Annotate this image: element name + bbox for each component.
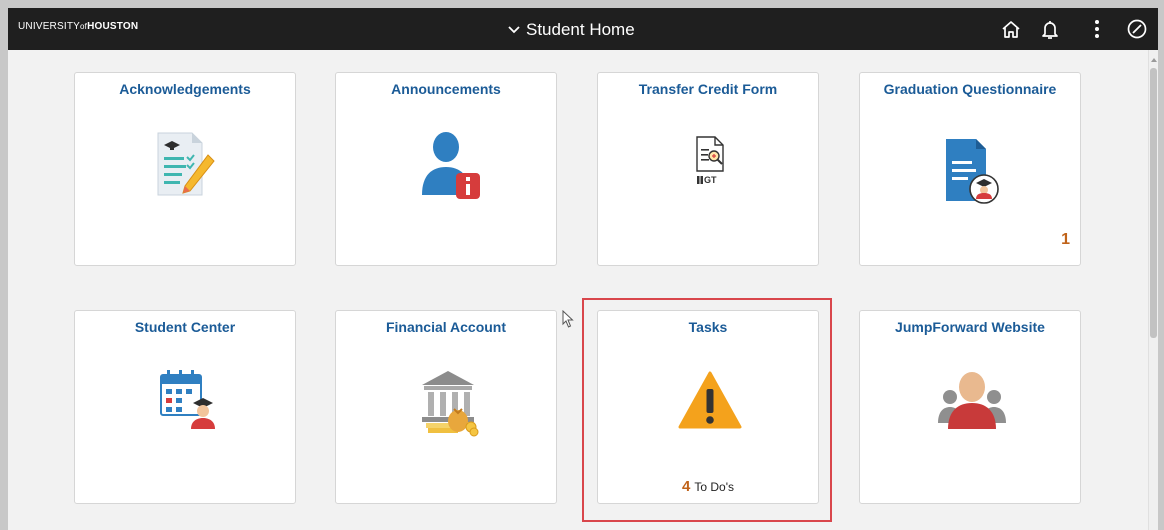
user-info-icon — [422, 132, 480, 199]
tile-student-center[interactable]: Student Center — [74, 310, 296, 504]
mouse-pointer-icon — [562, 310, 574, 328]
calendar-student-icon — [160, 370, 215, 429]
tile-title: Transfer Credit Form — [638, 81, 778, 97]
group-users-icon — [938, 372, 1006, 429]
bank-money-icon — [422, 371, 479, 437]
logo-text-university: UNIVERSITY — [18, 21, 81, 32]
transfer-form-icon-label: GT — [704, 175, 717, 185]
warning-icon — [678, 371, 742, 429]
tile-title: Financial Account — [385, 319, 507, 335]
tile-title: JumpForward Website — [895, 319, 1045, 335]
page-title-dropdown[interactable]: Student Home — [506, 19, 635, 41]
todo-summary: 4 To Do's — [598, 478, 818, 495]
app-window: UNIVERSITYofHOUSTON Student Home Acknowl… — [8, 8, 1158, 530]
tile-acknowledgements[interactable]: Acknowledgements — [74, 72, 296, 266]
tile-title: Acknowledgements — [119, 81, 251, 97]
notification-count-badge: 1 — [1061, 231, 1070, 248]
logo-text-houston: HOUSTON — [87, 21, 139, 32]
document-checklist-icon — [157, 132, 215, 196]
tile-title: Student Center — [134, 319, 236, 335]
tile-graduation-questionnaire[interactable]: Graduation Questionnaire 1 — [859, 72, 1081, 266]
tile-title: Graduation Questionnaire — [883, 81, 1057, 97]
compass-icon[interactable] — [1125, 17, 1149, 41]
page-title: Student Home — [526, 20, 635, 39]
bell-icon[interactable] — [1038, 17, 1062, 41]
tile-title: Tasks — [688, 319, 728, 335]
chevron-down-icon — [508, 26, 520, 34]
tile-title: Announcements — [391, 81, 501, 97]
todo-count: 4 — [682, 478, 691, 495]
tile-tasks[interactable]: Tasks 4 To Do's — [597, 310, 819, 504]
more-vertical-icon[interactable] — [1085, 17, 1109, 41]
university-logo[interactable]: UNIVERSITYofHOUSTON — [18, 21, 138, 32]
scroll-up-arrow-icon[interactable] — [1151, 58, 1157, 62]
todo-label: To Do's — [694, 480, 734, 494]
graduation-document-icon — [946, 139, 999, 204]
tile-transfer-credit-form[interactable]: Transfer Credit Form GT — [597, 72, 819, 266]
home-icon[interactable] — [999, 17, 1023, 41]
vertical-scrollbar[interactable] — [1148, 50, 1158, 530]
tile-financial-account[interactable]: Financial Account — [335, 310, 557, 504]
tile-announcements[interactable]: Announcements — [335, 72, 557, 266]
top-header: UNIVERSITYofHOUSTON Student Home — [8, 8, 1158, 50]
tile-jumpforward-website[interactable]: JumpForward Website — [859, 310, 1081, 504]
scrollbar-thumb[interactable] — [1150, 68, 1157, 338]
